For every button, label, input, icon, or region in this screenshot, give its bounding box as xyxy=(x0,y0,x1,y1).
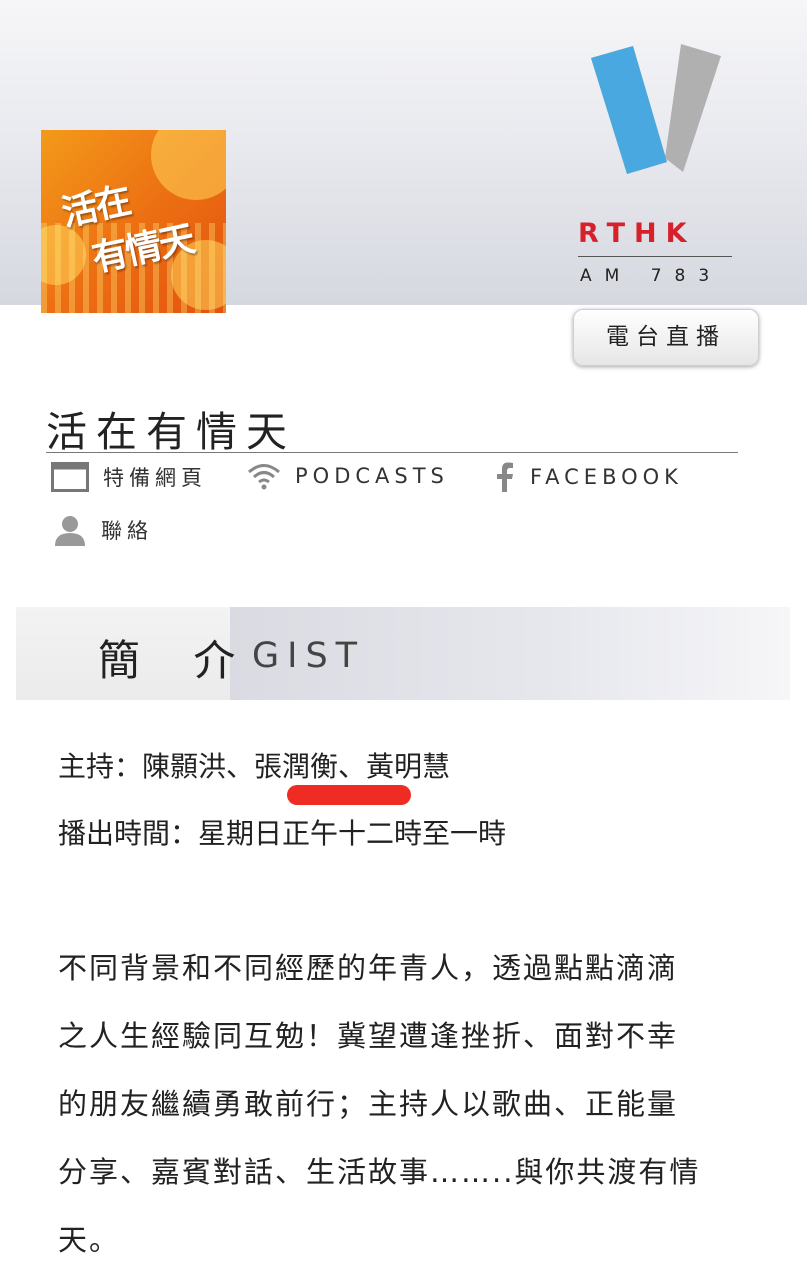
facebook-link[interactable]: FACEBOOK xyxy=(494,462,683,492)
logo-divider xyxy=(578,256,732,257)
section-title-en: GIST xyxy=(252,636,366,676)
description-line: 不同背景和不同經歷的年青人，透過點點滴滴 xyxy=(58,951,679,985)
live-broadcast-button[interactable]: 電台直播 xyxy=(573,309,759,366)
show-artwork[interactable]: 活在 有情天 xyxy=(41,130,226,313)
wifi-podcast-icon xyxy=(248,464,280,490)
webpage-icon xyxy=(51,462,89,492)
section-title-cn: 簡 介 xyxy=(98,636,256,685)
hosts-info: 主持：陳顥洪、張潤衡、黃明慧 xyxy=(58,750,451,783)
special-webpage-link[interactable]: 特備網頁 xyxy=(51,462,207,492)
airtime-info: 播出時間：星期日正午十二時至一時 xyxy=(58,817,507,850)
link-label: PODCASTS xyxy=(295,464,449,488)
link-label: 聯絡 xyxy=(101,519,153,543)
link-label: FACEBOOK xyxy=(530,465,683,489)
title-divider xyxy=(46,452,738,453)
facebook-icon xyxy=(497,462,513,492)
contact-link[interactable]: 聯絡 xyxy=(53,513,153,547)
description-line: 天。 xyxy=(58,1223,121,1257)
section-header: 簡 介 GIST xyxy=(16,607,790,700)
highlight-underline xyxy=(287,785,411,805)
description-line: 的朋友繼續勇敢前行；主持人以歌曲、正能量 xyxy=(58,1087,679,1121)
rthk-v-logo-icon[interactable] xyxy=(575,40,735,290)
page-title: 活在有情天 xyxy=(46,408,296,456)
podcasts-link[interactable]: PODCASTS xyxy=(247,462,449,490)
description-line: 之人生經驗同互勉！冀望遭逢挫折、面對不幸 xyxy=(58,1019,679,1053)
description: 不同背景和不同經歷的年青人，透過點點滴滴 之人生經驗同互勉！冀望遭逢挫折、面對不… xyxy=(58,934,758,1274)
description-line: 分享、嘉賓對話、生活故事……..與你共渡有情 xyxy=(58,1155,701,1189)
contact-person-icon xyxy=(55,516,85,546)
station-logo-text: RTHK xyxy=(578,218,696,249)
station-frequency: AM 783 xyxy=(580,266,723,286)
link-label: 特備網頁 xyxy=(103,466,207,490)
